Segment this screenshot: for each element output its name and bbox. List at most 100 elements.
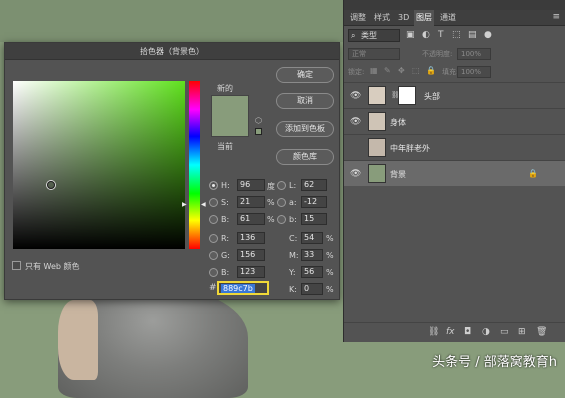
type-filter-icon[interactable]: T: [438, 30, 444, 40]
adjustment-layer-icon[interactable]: ◑: [482, 327, 490, 337]
lock-all-icon[interactable]: 🔒: [426, 66, 436, 75]
opacity-input[interactable]: 100%: [457, 48, 491, 60]
label-s: S:: [221, 198, 229, 207]
label-m: M:: [289, 251, 299, 260]
radio-b[interactable]: [209, 215, 218, 224]
cancel-button[interactable]: 取消: [276, 93, 334, 109]
new-group-icon[interactable]: ▭: [500, 327, 509, 337]
input-blue[interactable]: 123: [237, 266, 265, 278]
layer-name[interactable]: 背景: [390, 169, 406, 180]
hue-arrow-left-icon[interactable]: ▶: [182, 201, 187, 208]
tab-adjustments[interactable]: 调整: [348, 10, 368, 26]
label-h: H:: [221, 181, 230, 190]
hue-slider[interactable]: [189, 81, 200, 249]
input-h[interactable]: 96: [237, 179, 265, 191]
link-layers-icon[interactable]: ⛓: [428, 327, 439, 337]
input-b[interactable]: 61: [237, 213, 265, 225]
label-lab-b: b:: [289, 215, 297, 224]
only-web-colors-label: 只有 Web 颜色: [25, 262, 80, 271]
radio-g[interactable]: [209, 251, 218, 260]
layer-row[interactable]: 👁 身体: [344, 108, 565, 134]
lock-image-icon[interactable]: ✎: [384, 66, 391, 75]
cube-icon[interactable]: ⬡: [255, 117, 263, 125]
input-k[interactable]: 0: [301, 283, 323, 295]
shape-filter-icon[interactable]: ⬚: [452, 30, 461, 40]
search-icon: ⌕: [351, 31, 356, 40]
input-m[interactable]: 33: [301, 249, 323, 261]
visibility-eye-icon[interactable]: 👁: [350, 143, 361, 153]
tab-styles[interactable]: 样式: [372, 10, 392, 26]
dialog-title: 拾色器（背景色）: [5, 43, 339, 60]
add-mask-icon[interactable]: ◘: [464, 327, 471, 337]
new-color-swatch: [211, 95, 249, 137]
lock-artboard-icon[interactable]: ⬚: [412, 66, 420, 75]
unit-s: %: [267, 198, 275, 207]
input-r[interactable]: 136: [237, 232, 265, 244]
visibility-eye-icon[interactable]: 👁: [350, 91, 361, 101]
lock-transparent-icon[interactable]: ▦: [370, 66, 378, 75]
tab-3d[interactable]: 3D: [396, 10, 411, 26]
adjustment-filter-icon[interactable]: ◐: [422, 30, 430, 40]
color-libraries-button[interactable]: 颜色库: [276, 149, 334, 165]
smart-object-filter-icon[interactable]: ▤: [468, 30, 477, 40]
pixel-filter-icon[interactable]: ▣: [406, 30, 415, 40]
input-s[interactable]: 21: [237, 196, 265, 208]
visibility-eye-icon[interactable]: 👁: [350, 117, 361, 127]
add-to-swatches-button[interactable]: 添加到色板: [276, 121, 334, 137]
radio-s[interactable]: [209, 198, 218, 207]
fx-icon[interactable]: fx: [446, 327, 455, 337]
layers-panel: 调整 样式 3D 图层 通道 ≡ ⌕ 类型 ▣ ◐ T ⬚ ▤ ● 正常 不透明…: [343, 0, 565, 342]
input-c[interactable]: 54: [301, 232, 323, 244]
fill-input[interactable]: 100%: [457, 66, 491, 78]
saturation-brightness-field[interactable]: [13, 81, 185, 249]
kind-filter-select[interactable]: ⌕ 类型: [348, 29, 400, 42]
blend-mode-select[interactable]: 正常: [348, 48, 400, 60]
input-a[interactable]: -12: [301, 196, 327, 208]
new-color-label: 新的: [217, 84, 233, 93]
layer-row-selected[interactable]: 👁 背景 🔒: [344, 160, 565, 186]
input-l[interactable]: 62: [301, 179, 327, 191]
filter-toggle-icon[interactable]: ●: [484, 30, 492, 40]
hex-hash-label: #: [209, 283, 217, 293]
layer-name[interactable]: 中年胖老外: [390, 143, 430, 154]
layer-row[interactable]: 👁 中年胖老外: [344, 134, 565, 160]
tab-channels[interactable]: 通道: [438, 10, 458, 26]
label-blue: B:: [221, 268, 230, 277]
layer-name[interactable]: 身体: [390, 117, 406, 128]
layer-thumbnail: [368, 112, 386, 131]
radio-lab-b[interactable]: [277, 215, 286, 224]
lock-position-icon[interactable]: ✥: [398, 66, 405, 75]
hex-input[interactable]: 889c7b: [217, 281, 269, 295]
lock-row: 锁定: ▦ ✎ ✥ ⬚ 🔒 填充: 100%: [344, 66, 565, 80]
tab-layers[interactable]: 图层: [414, 10, 434, 26]
input-lab-b[interactable]: 15: [301, 213, 327, 225]
layer-row[interactable]: 👁 ⛓ 头部: [344, 82, 565, 108]
radio-a[interactable]: [277, 198, 286, 207]
hue-arrow-right-icon[interactable]: ◀: [201, 201, 206, 208]
radio-blue[interactable]: [209, 268, 218, 277]
radio-h[interactable]: [209, 181, 218, 190]
radio-r[interactable]: [209, 234, 218, 243]
layer-mask-thumbnail[interactable]: [398, 86, 416, 105]
fill-label: 填充:: [442, 68, 459, 76]
delete-layer-icon[interactable]: 🗑: [536, 327, 547, 337]
input-y[interactable]: 56: [301, 266, 323, 278]
panel-menu-icon[interactable]: ≡: [552, 12, 560, 22]
new-layer-icon[interactable]: ⊞: [518, 327, 526, 337]
ok-button[interactable]: 确定: [276, 67, 334, 83]
label-c: C:: [289, 234, 298, 243]
color-cursor[interactable]: [47, 181, 55, 189]
radio-l[interactable]: [277, 181, 286, 190]
input-g[interactable]: 156: [237, 249, 265, 261]
unit-b: %: [267, 215, 275, 224]
layer-thumbnail: [368, 164, 386, 183]
current-color-label: 当前: [217, 142, 233, 151]
canvas-top-band: [0, 0, 343, 42]
blend-row: 正常 不透明度: 100%: [344, 48, 565, 62]
layer-name[interactable]: 头部: [424, 91, 440, 102]
visibility-eye-icon[interactable]: 👁: [350, 169, 361, 179]
web-safe-color-swatch[interactable]: [255, 128, 262, 135]
label-y: Y:: [289, 268, 296, 277]
layer-thumbnail: [368, 138, 386, 157]
only-web-colors-checkbox[interactable]: [12, 261, 21, 270]
